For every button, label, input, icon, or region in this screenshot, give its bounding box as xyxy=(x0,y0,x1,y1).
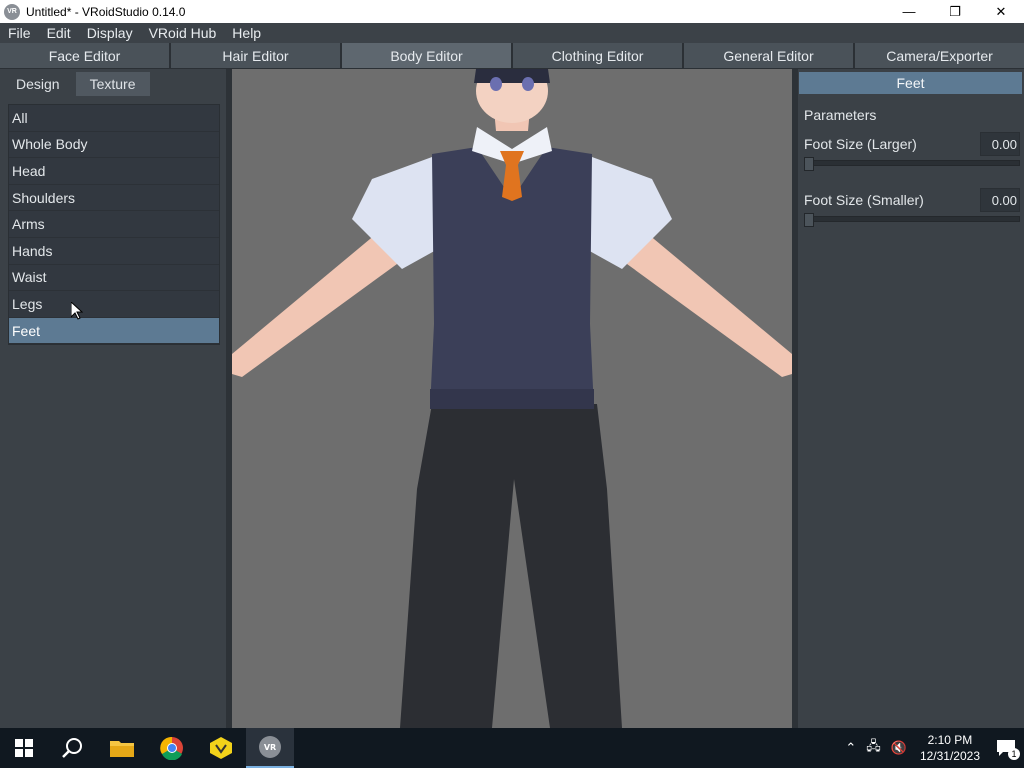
menu-vroid-hub[interactable]: VRoid Hub xyxy=(141,23,225,43)
category-whole-body[interactable]: Whole Body xyxy=(9,132,219,159)
tab-camera-exporter[interactable]: Camera/Exporter xyxy=(855,43,1024,68)
character-model xyxy=(232,69,792,728)
editor-tabs: Face Editor Hair Editor Body Editor Clot… xyxy=(0,43,1024,69)
tab-design[interactable]: Design xyxy=(2,72,74,96)
menu-edit[interactable]: Edit xyxy=(39,23,79,43)
tab-body-editor[interactable]: Body Editor xyxy=(342,43,511,68)
windows-taskbar: VR ⌃ 🖧 🔇 2:10 PM 12/31/2023 1 xyxy=(0,728,1024,768)
start-button[interactable] xyxy=(0,728,48,768)
network-icon[interactable]: 🖧 xyxy=(866,737,881,759)
slider-thumb[interactable] xyxy=(804,157,814,171)
param-label: Foot Size (Larger) xyxy=(804,136,917,152)
panel-header: Feet xyxy=(799,72,1022,94)
category-all[interactable]: All xyxy=(9,105,219,132)
left-eye xyxy=(490,77,502,91)
vroid-studio-button[interactable]: VR xyxy=(246,728,294,768)
volume-muted-icon[interactable]: 🔇 xyxy=(891,740,907,756)
hair xyxy=(474,69,550,83)
window-title: Untitled* - VRoidStudio 0.14.0 xyxy=(26,4,186,19)
title-bar: VR Untitled* - VRoidStudio 0.14.0 — ❐ ✕ xyxy=(0,0,1024,23)
search-icon xyxy=(62,738,82,758)
parameters-label: Parameters xyxy=(804,107,877,123)
vroid-hub-icon xyxy=(210,737,232,759)
parameters-panel: Feet Parameters Foot Size (Larger) 0.00 … xyxy=(798,69,1024,728)
category-legs[interactable]: Legs xyxy=(9,291,219,318)
vroid-studio-icon: VR xyxy=(259,736,281,758)
tab-general-editor[interactable]: General Editor xyxy=(684,43,853,68)
slider-track[interactable] xyxy=(804,216,1020,222)
action-center-button[interactable]: 1 xyxy=(988,728,1024,768)
search-button[interactable] xyxy=(48,728,96,768)
left-arm xyxy=(232,229,397,377)
pants xyxy=(400,404,622,728)
slider-track[interactable] xyxy=(804,160,1020,166)
param-value-input[interactable]: 0.00 xyxy=(980,132,1020,156)
mouse-cursor-icon xyxy=(71,302,83,320)
right-eye xyxy=(522,77,534,91)
file-explorer-button[interactable] xyxy=(98,728,146,768)
slider-thumb[interactable] xyxy=(804,213,814,227)
menu-bar: File Edit Display VRoid Hub Help xyxy=(0,23,1024,43)
category-feet[interactable]: Feet xyxy=(9,317,219,345)
tab-face-editor[interactable]: Face Editor xyxy=(0,43,169,68)
param-foot-size-larger: Foot Size (Larger) 0.00 xyxy=(804,132,1020,171)
necktie xyxy=(500,151,524,201)
tab-texture[interactable]: Texture xyxy=(75,72,150,96)
model-viewport[interactable] xyxy=(232,69,792,728)
vroid-app-icon: VR xyxy=(4,3,20,20)
windows-logo-icon xyxy=(15,739,33,757)
category-waist[interactable]: Waist xyxy=(9,265,219,292)
category-arms[interactable]: Arms xyxy=(9,211,219,238)
clock-time: 2:10 PM xyxy=(927,733,973,747)
close-button[interactable]: ✕ xyxy=(978,0,1024,23)
svg-text:VR: VR xyxy=(264,743,276,752)
minimize-button[interactable]: — xyxy=(886,0,932,23)
menu-display[interactable]: Display xyxy=(79,23,141,43)
file-explorer-icon xyxy=(110,741,134,757)
menu-help[interactable]: Help xyxy=(224,23,269,43)
right-arm xyxy=(627,229,792,377)
tab-hair-editor[interactable]: Hair Editor xyxy=(171,43,340,68)
menu-file[interactable]: File xyxy=(0,23,39,43)
category-shoulders[interactable]: Shoulders xyxy=(9,185,219,212)
restore-button[interactable]: ❐ xyxy=(932,0,978,23)
category-head[interactable]: Head xyxy=(9,158,219,185)
param-value-input[interactable]: 0.00 xyxy=(980,188,1020,212)
window-controls: — ❐ ✕ xyxy=(886,0,1024,23)
tab-clothing-editor[interactable]: Clothing Editor xyxy=(513,43,682,68)
system-clock[interactable]: 2:10 PM 12/31/2023 xyxy=(920,732,980,764)
category-list: All Whole Body Head Shoulders Arms Hands… xyxy=(8,104,220,345)
system-tray: ⌃ 🖧 🔇 2:10 PM 12/31/2023 1 xyxy=(840,728,1024,768)
body-category-panel: Design Texture All Whole Body Head Shoul… xyxy=(0,69,226,728)
vest-hem xyxy=(430,389,594,409)
chrome-button[interactable] xyxy=(148,728,196,768)
clock-date: 12/31/2023 xyxy=(919,749,980,763)
param-label: Foot Size (Smaller) xyxy=(804,192,924,208)
category-hands[interactable]: Hands xyxy=(9,238,219,265)
notification-count-badge: 1 xyxy=(1008,748,1020,760)
design-texture-tabs: Design Texture xyxy=(2,72,152,96)
chevron-up-icon[interactable]: ⌃ xyxy=(845,740,856,756)
chrome-icon xyxy=(160,736,183,760)
param-foot-size-smaller: Foot Size (Smaller) 0.00 xyxy=(804,188,1020,227)
vroid-hub-button[interactable] xyxy=(197,728,245,768)
